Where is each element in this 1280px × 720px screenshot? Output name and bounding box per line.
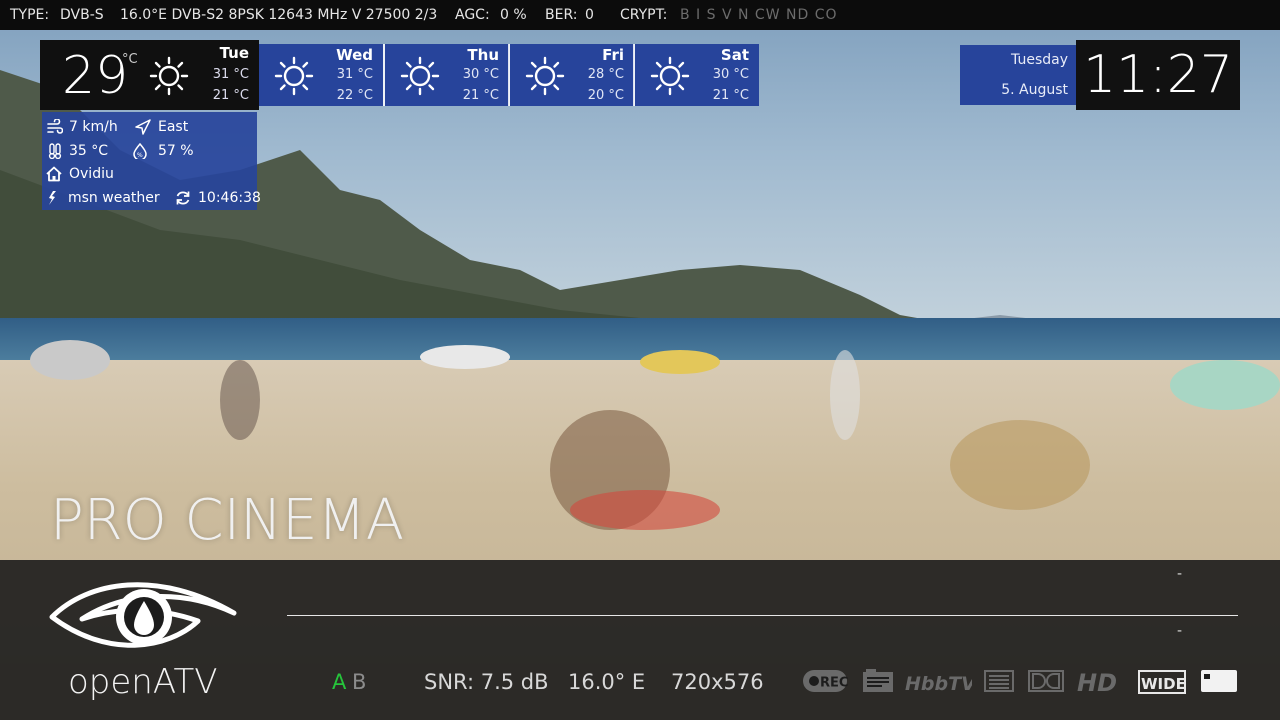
forecast-day: Fri 28 °C 20 °C — [510, 44, 634, 106]
agc-value: 0 % — [500, 7, 527, 23]
logo-text: openATV — [68, 662, 218, 702]
wind-icon — [47, 119, 63, 134]
tuner-info-bar: TYPE: DVB-S 16.0°E DVB-S2 8PSK 12643 MHz… — [0, 0, 1280, 30]
location-row: Ovidiu — [42, 163, 257, 185]
feels-like: 35 °C — [69, 143, 109, 159]
crypt-label: CRYPT: — [620, 7, 668, 23]
clock-time: 11:27 — [1083, 45, 1233, 105]
umbrella — [1170, 360, 1280, 410]
forecast-day-name: Fri — [602, 46, 624, 64]
date-panel: Tuesday 5. August — [960, 45, 1076, 105]
rec-icon: REC — [803, 670, 848, 692]
hd-label: HD — [1077, 669, 1117, 696]
ber-label: BER: — [545, 7, 578, 23]
sun-icon — [274, 56, 314, 96]
umbrella — [640, 350, 720, 374]
current-day: Tue — [219, 44, 249, 62]
dolby-icon — [1028, 670, 1064, 692]
ber-value: 0 — [585, 7, 594, 23]
thermometer-icon — [48, 143, 62, 159]
wind-speed: 7 km/h — [69, 119, 118, 135]
snr-value: SNR: 7.5 dB — [424, 670, 549, 694]
person — [830, 350, 860, 440]
umbrella — [420, 345, 510, 369]
agc-label: AGC: — [455, 7, 490, 23]
audio-b-indicator: B — [352, 670, 367, 694]
rec-label: REC — [820, 676, 848, 691]
type-label: TYPE: — [10, 7, 50, 23]
feels-row: 35 °C % 57 % — [42, 140, 257, 162]
forecast-low: 20 °C — [587, 88, 624, 103]
weekday: Tuesday — [1011, 52, 1068, 68]
weather-current: 29 °C Tue 31 °C 21 °C — [40, 40, 259, 110]
openatv-logo-icon — [49, 582, 237, 648]
home-icon — [46, 166, 62, 182]
now-event: - — [1177, 566, 1183, 582]
transponder-info: 16.0°E DVB-S2 8PSK 12643 MHz V 27500 2/3 — [120, 7, 438, 23]
wind-row: 7 km/h East — [42, 116, 257, 138]
audio-a-indicator: A — [332, 670, 347, 694]
current-temperature: 29 — [62, 46, 129, 106]
forecast-day: Sat 30 °C 21 °C — [635, 44, 759, 106]
forecast-high: 30 °C — [712, 67, 749, 82]
wind-direction-icon — [135, 119, 151, 135]
forecast-low: 21 °C — [712, 88, 749, 103]
forecast-day-name: Wed — [336, 46, 373, 64]
towel — [570, 490, 720, 530]
location: Ovidiu — [69, 166, 114, 182]
last-updated: 10:46:38 — [198, 190, 261, 206]
svg-text:%: % — [137, 152, 143, 159]
forecast-day-name: Thu — [467, 46, 499, 64]
clock-panel: 11:27 — [1076, 40, 1240, 110]
umbrella — [30, 340, 110, 380]
video-resolution: 720x576 — [671, 670, 764, 694]
forecast-day-name: Sat — [720, 46, 749, 64]
ci-card-icon — [1201, 670, 1237, 692]
provider-row: msn weather 10:46:38 — [42, 187, 261, 209]
provider-icon — [49, 191, 56, 205]
weather-details: 7 km/h East 35 °C % 57 % Ovidiu msn weat… — [42, 112, 261, 210]
temperature-unit: °C — [122, 52, 138, 67]
forecast-high: 28 °C — [587, 67, 624, 82]
weather-provider: msn weather — [68, 190, 160, 206]
wind-direction: East — [158, 119, 189, 135]
sun-icon — [525, 56, 565, 96]
forecast-high: 31 °C — [336, 67, 373, 82]
forecast-day: Thu 30 °C 21 °C — [385, 44, 509, 106]
hbbtv-label: HbbTV — [905, 673, 972, 695]
next-event: - — [1177, 623, 1183, 639]
sun-icon — [149, 56, 189, 96]
wide-label: WIDE — [1141, 675, 1186, 693]
subtitle-icon — [863, 669, 893, 692]
humidity-icon: % — [133, 143, 147, 159]
beach-chair — [950, 420, 1090, 510]
channel-name: PRO CINEMA — [50, 488, 405, 553]
sun-icon — [400, 56, 440, 96]
event-progress-bar — [287, 615, 1238, 616]
hbbtv-icon: HbbTV — [905, 673, 972, 695]
forecast-day: Wed 31 °C 22 °C — [259, 44, 383, 106]
date: 5. August — [1001, 82, 1068, 98]
sun-icon — [650, 56, 690, 96]
orbital-position: 16.0° E — [568, 670, 646, 694]
current-low: 21 °C — [212, 88, 249, 103]
crypt-systems: B I S V N CW ND CO — [680, 7, 838, 23]
widescreen-icon: WIDE — [1138, 670, 1186, 694]
humidity: 57 % — [158, 143, 194, 159]
current-high: 31 °C — [212, 67, 249, 82]
forecast-low: 22 °C — [336, 88, 373, 103]
person — [220, 360, 260, 440]
hd-icon: HD — [1077, 669, 1117, 696]
forecast-high: 30 °C — [462, 67, 499, 82]
type-value: DVB-S — [60, 7, 104, 23]
forecast-low: 21 °C — [462, 88, 499, 103]
teletext-icon — [984, 670, 1014, 692]
refresh-icon — [176, 191, 190, 205]
